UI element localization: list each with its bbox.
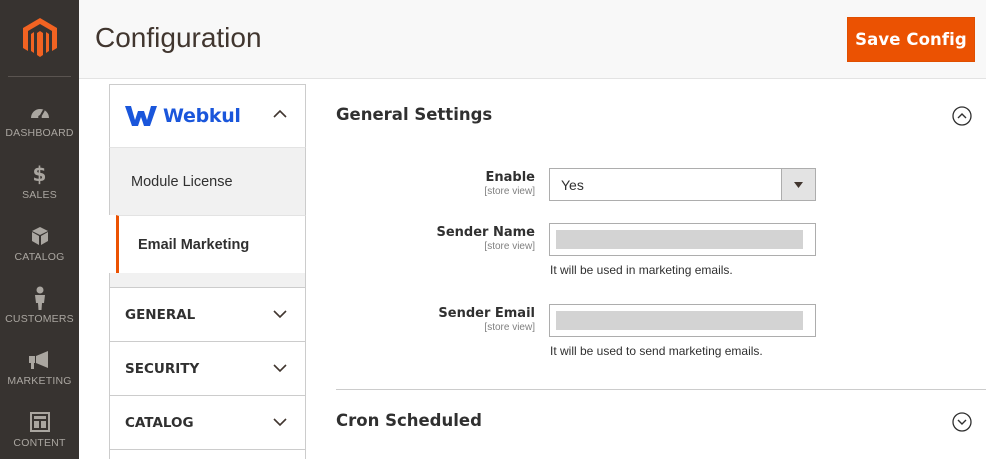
menu-item-marketing[interactable]: MARKETING [0, 336, 79, 398]
dollar-icon: $ [32, 161, 47, 186]
webkul-logo: Webkul [125, 105, 241, 127]
redacted-value [556, 230, 803, 249]
sender-name-scope: [store view] [484, 241, 535, 252]
enable-select[interactable]: Yes [549, 168, 816, 201]
menu-item-content[interactable]: CONTENT [0, 398, 79, 459]
save-config-button[interactable]: Save Config [847, 17, 975, 62]
enable-label-group: Enable [store view] [484, 170, 535, 197]
section-divider [336, 389, 986, 390]
menu-label: SALES [22, 188, 57, 201]
chevron-down-icon [273, 364, 287, 373]
sidebar-section-label: SECURITY [125, 360, 200, 377]
expand-circle-icon[interactable] [952, 412, 972, 432]
sidebar-section-label: GENERAL [125, 306, 196, 323]
caret-down-icon [794, 181, 803, 188]
sender-email-label-group: Sender Email [store view] [438, 306, 535, 333]
admin-menu: DASHBOARD $ SALES CATALOG CUSTOMERS MARK… [0, 0, 79, 459]
sidebar-section-label: CATALOG [125, 414, 194, 431]
webkul-w-icon [125, 106, 157, 126]
webkul-brand-text: Webkul [163, 105, 241, 127]
menu-item-dashboard[interactable]: DASHBOARD [0, 88, 79, 150]
sidebar-section-next [109, 449, 306, 459]
menu-label: CUSTOMERS [5, 312, 74, 325]
logo-divider [8, 76, 71, 77]
enable-select-value: Yes [561, 177, 584, 193]
sidebar-item-module-license[interactable]: Module License [109, 147, 306, 215]
page-title: Configuration [95, 22, 262, 53]
chevron-down-icon [273, 310, 287, 319]
chevron-up-icon[interactable] [273, 109, 287, 118]
page-header: Configuration Save Config [79, 0, 986, 79]
cube-icon [31, 224, 49, 248]
person-icon [33, 286, 47, 310]
select-arrow-button[interactable] [781, 169, 815, 200]
menu-label: DASHBOARD [5, 126, 74, 139]
sender-name-input[interactable] [549, 223, 816, 256]
sidebar-item-email-marketing[interactable]: Email Marketing [116, 215, 306, 273]
config-sidebar: Webkul Module License Email Marketing GE… [109, 84, 306, 459]
layout-icon [29, 410, 50, 434]
sender-email-input[interactable] [549, 304, 816, 337]
collapse-circle-icon[interactable] [952, 106, 972, 126]
menu-item-sales[interactable]: $ SALES [0, 150, 79, 212]
enable-label: Enable [485, 170, 536, 185]
sidebar-item-label: Email Marketing [138, 236, 250, 253]
sender-name-note: It will be used in marketing emails. [550, 263, 733, 277]
dashboard-gauge-icon [29, 100, 51, 124]
megaphone-icon [28, 348, 52, 372]
cron-scheduled-title[interactable]: Cron Scheduled [336, 411, 482, 430]
general-settings-title[interactable]: General Settings [336, 105, 492, 124]
sender-email-scope: [store view] [484, 322, 535, 333]
sidebar-spacer [109, 273, 306, 287]
webkul-tab-header[interactable]: Webkul [109, 84, 306, 147]
sender-name-label-group: Sender Name [store view] [436, 225, 535, 252]
magento-logo[interactable] [0, 0, 79, 76]
redacted-value [556, 311, 803, 330]
sidebar-section-general[interactable]: GENERAL [109, 287, 306, 341]
magento-logo-icon [22, 18, 57, 57]
sender-name-label: Sender Name [436, 225, 535, 240]
sidebar-section-security[interactable]: SECURITY [109, 341, 306, 395]
menu-item-customers[interactable]: CUSTOMERS [0, 274, 79, 336]
sender-email-label: Sender Email [438, 306, 535, 321]
enable-scope: [store view] [484, 186, 535, 197]
chevron-down-icon [273, 418, 287, 427]
menu-item-catalog[interactable]: CATALOG [0, 212, 79, 274]
sidebar-item-label: Module License [131, 173, 233, 190]
menu-label: MARKETING [7, 374, 72, 387]
sender-email-note: It will be used to send marketing emails… [550, 344, 763, 358]
menu-label: CATALOG [14, 250, 65, 263]
sidebar-section-catalog[interactable]: CATALOG [109, 395, 306, 449]
menu-label: CONTENT [13, 436, 66, 449]
